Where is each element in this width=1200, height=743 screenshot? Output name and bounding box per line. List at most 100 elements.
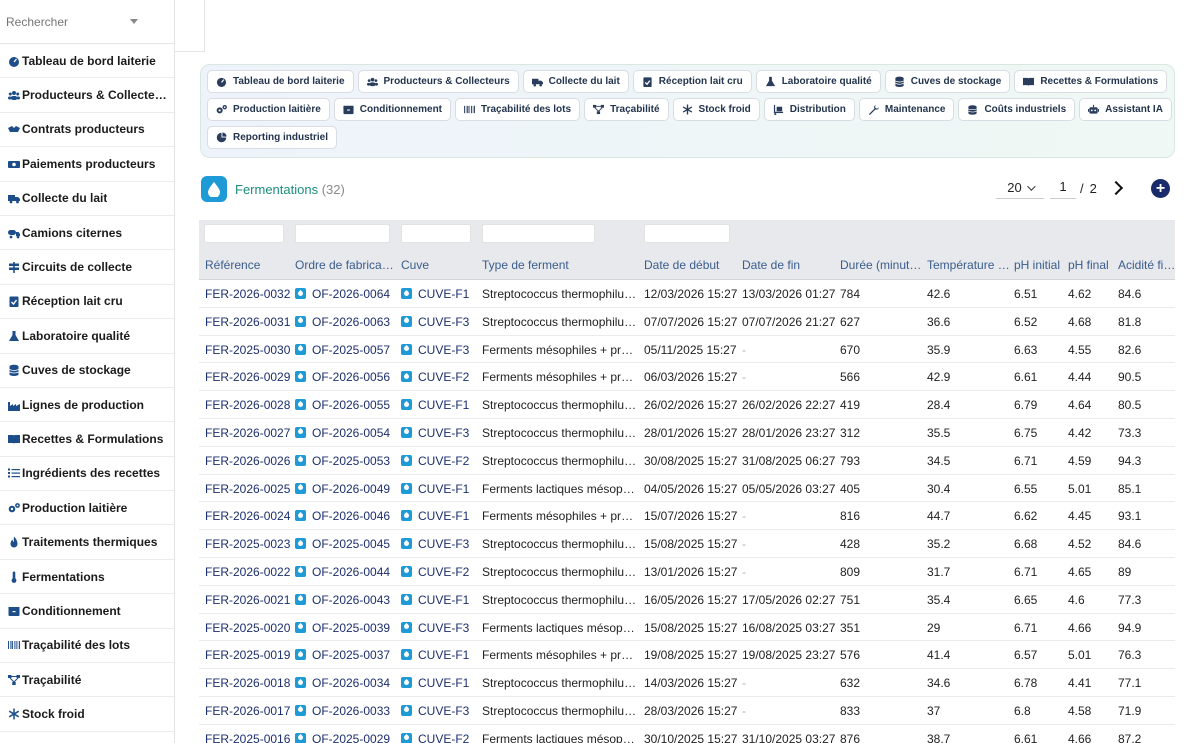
filter-date-debut[interactable] (644, 224, 730, 243)
quick-link-chip[interactable]: Reporting industriel (207, 126, 337, 149)
reference-link[interactable]: FER-2025-0030 (205, 343, 293, 357)
ordre-link[interactable]: OF-2025-0039 (295, 621, 395, 635)
quick-link-chip[interactable]: Tableau de bord laiterie (207, 70, 354, 93)
sidebar-item-0[interactable]: Tableau de bord laiterie (0, 44, 174, 79)
sidebar-item-14[interactable]: Traitements thermiques (0, 525, 174, 560)
reference-link[interactable]: FER-2026-0026 (205, 454, 293, 468)
cuve-link[interactable]: CUVE-F1 (401, 482, 479, 496)
sidebar-item-3[interactable]: Paiements producteurs (0, 147, 174, 182)
quick-link-chip[interactable]: Maintenance (858, 98, 955, 121)
ordre-link[interactable]: OF-2026-0064 (295, 287, 395, 301)
sidebar-item-15[interactable]: Fermentations (0, 560, 174, 595)
ordre-link[interactable]: OF-2025-0053 (295, 454, 395, 468)
column-header[interactable]: Température (°C) (927, 258, 1011, 272)
cuve-link[interactable]: CUVE-F2 (401, 454, 479, 468)
cuve-link[interactable]: CUVE-F3 (401, 315, 479, 329)
table-row[interactable]: FER-2025-0020 OF-2025-0039 CUVE-F3 Ferments… (199, 613, 1175, 642)
sidebar-item-7[interactable]: Réception lait cru (0, 285, 174, 320)
table-row[interactable]: FER-2026-0031 OF-2026-0063 CUVE-F3 Streptoc… (199, 307, 1175, 336)
column-header[interactable]: Cuve (401, 258, 479, 272)
sidebar-item-1[interactable]: Producteurs & Collecteurs (0, 78, 174, 113)
filter-type-ferment[interactable] (482, 224, 595, 243)
add-record-button[interactable]: + (1151, 179, 1170, 198)
table-row[interactable]: FER-2025-0030 OF-2025-0057 CUVE-F3 Ferments… (199, 335, 1175, 364)
ordre-link[interactable]: OF-2026-0033 (295, 704, 395, 718)
sidebar-item-19[interactable]: Stock froid (0, 697, 174, 732)
cuve-link[interactable]: CUVE-F3 (401, 343, 479, 357)
reference-link[interactable]: FER-2026-0031 (205, 315, 293, 329)
table-row[interactable]: FER-2026-0018 OF-2026-0034 CUVE-F1 Streptoc… (199, 669, 1175, 697)
cuve-link[interactable]: CUVE-F3 (401, 704, 479, 718)
search-input[interactable] (0, 0, 174, 44)
reference-link[interactable]: FER-2026-0017 (205, 704, 293, 718)
column-header[interactable]: Acidité finale (1118, 258, 1176, 272)
table-row[interactable]: FER-2025-0023 OF-2025-0045 CUVE-F3 Streptoc… (199, 530, 1175, 558)
table-row[interactable]: FER-2026-0017 OF-2026-0033 CUVE-F3 Streptoc… (199, 696, 1175, 725)
sidebar-item-12[interactable]: Ingrédients des recettes (0, 457, 174, 492)
sidebar-item-4[interactable]: Collecte du lait (0, 182, 174, 216)
reference-link[interactable]: FER-2026-0027 (205, 426, 293, 440)
quick-link-chip[interactable]: Stock froid (672, 98, 760, 121)
table-row[interactable]: FER-2025-0016 OF-2025-0029 CUVE-F2 Ferments… (199, 724, 1175, 743)
reference-link[interactable]: FER-2026-0018 (205, 676, 293, 690)
cuve-link[interactable]: CUVE-F1 (401, 509, 479, 523)
sidebar-item-2[interactable]: Contrats producteurs (0, 113, 174, 148)
column-header[interactable]: Type de ferment (482, 258, 638, 272)
sidebar-item-11[interactable]: Recettes & Formulations (0, 422, 174, 457)
cuve-link[interactable]: CUVE-F1 (401, 593, 479, 607)
next-page-icon[interactable] (1108, 180, 1123, 196)
quick-link-chip[interactable]: Production laitière (207, 98, 330, 121)
ordre-link[interactable]: OF-2026-0043 (295, 593, 395, 607)
reference-link[interactable]: FER-2026-0025 (205, 482, 293, 496)
column-header[interactable]: Date de fin (742, 258, 837, 272)
table-row[interactable]: FER-2026-0032 OF-2026-0064 CUVE-F1 Streptoc… (199, 280, 1175, 308)
column-header[interactable]: pH initial (1014, 258, 1066, 272)
reference-link[interactable]: FER-2025-0019 (205, 648, 293, 662)
reference-link[interactable]: FER-2025-0023 (205, 537, 293, 551)
reference-link[interactable]: FER-2026-0032 (205, 287, 293, 301)
per-page-select[interactable]: 20 (996, 177, 1044, 199)
current-page-input[interactable]: 1 (1050, 177, 1076, 199)
table-row[interactable]: FER-2026-0027 OF-2026-0054 CUVE-F3 Streptoc… (199, 418, 1175, 447)
quick-link-chip[interactable]: Laboratoire qualité (755, 70, 881, 93)
column-header[interactable]: Référence (205, 258, 293, 272)
ordre-link[interactable]: OF-2026-0056 (295, 370, 395, 384)
ordre-link[interactable]: OF-2025-0037 (295, 648, 395, 662)
column-header[interactable]: pH final (1068, 258, 1116, 272)
reference-link[interactable]: FER-2026-0029 (205, 370, 293, 384)
ordre-link[interactable]: OF-2026-0054 (295, 426, 395, 440)
table-row[interactable]: FER-2026-0021 OF-2026-0043 CUVE-F1 Streptoc… (199, 585, 1175, 614)
cuve-link[interactable]: CUVE-F1 (401, 676, 479, 690)
column-header[interactable]: Ordre de fabrication (295, 258, 395, 272)
table-row[interactable]: FER-2025-0019 OF-2025-0037 CUVE-F1 Ferments… (199, 641, 1175, 670)
reference-link[interactable]: FER-2026-0028 (205, 398, 293, 412)
quick-link-chip[interactable]: Recettes & Formulations (1014, 70, 1168, 93)
ordre-link[interactable]: OF-2026-0046 (295, 509, 395, 523)
sidebar-item-10[interactable]: Lignes de production (0, 388, 174, 423)
cuve-link[interactable]: CUVE-F2 (401, 732, 479, 743)
table-row[interactable]: FER-2026-0029 OF-2026-0056 CUVE-F2 Ferments… (199, 363, 1175, 392)
table-row[interactable]: FER-2026-0024 OF-2026-0046 CUVE-F1 Ferments… (199, 502, 1175, 531)
ordre-link[interactable]: OF-2025-0029 (295, 732, 395, 743)
reference-link[interactable]: FER-2026-0021 (205, 593, 293, 607)
filter-reference[interactable] (204, 224, 284, 243)
filter-ordre[interactable] (295, 224, 390, 243)
reference-link[interactable]: FER-2025-0016 (205, 732, 293, 743)
sidebar-item-18[interactable]: Traçabilité (0, 663, 174, 698)
cuve-link[interactable]: CUVE-F2 (401, 565, 479, 579)
quick-link-chip[interactable]: Traçabilité des lots (455, 98, 581, 121)
quick-link-chip[interactable]: Cuves de stockage (884, 70, 1011, 93)
table-row[interactable]: FER-2026-0028 OF-2026-0055 CUVE-F1 Streptoc… (199, 391, 1175, 419)
sidebar-item-16[interactable]: Conditionnement (0, 594, 174, 629)
ordre-link[interactable]: OF-2025-0057 (295, 343, 395, 357)
cuve-link[interactable]: CUVE-F3 (401, 621, 479, 635)
quick-link-chip[interactable]: Conditionnement (333, 98, 452, 121)
sidebar-item-5[interactable]: Camions citernes (0, 216, 174, 251)
cuve-link[interactable]: CUVE-F3 (401, 537, 479, 551)
sidebar-item-17[interactable]: Traçabilité des lots (0, 629, 174, 664)
ordre-link[interactable]: OF-2025-0045 (295, 537, 395, 551)
cuve-link[interactable]: CUVE-F1 (401, 398, 479, 412)
cuve-link[interactable]: CUVE-F1 (401, 648, 479, 662)
sidebar-item-8[interactable]: Laboratoire qualité (0, 319, 174, 354)
cuve-link[interactable]: CUVE-F3 (401, 426, 479, 440)
